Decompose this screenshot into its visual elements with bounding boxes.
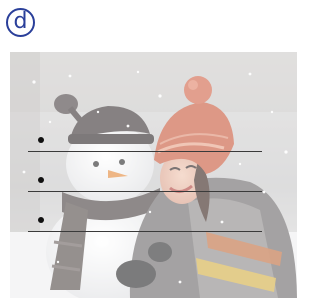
exercise-label-badge: d: [6, 8, 35, 37]
bullet-icon: [38, 137, 44, 143]
woman-hugging-snowman-photo: [10, 52, 297, 298]
bullet-icon: [38, 217, 44, 223]
answer-line-3[interactable]: [28, 217, 262, 232]
bullet-icon: [38, 177, 44, 183]
exercise-label: d: [13, 9, 28, 34]
answer-line-1[interactable]: [28, 137, 262, 152]
answer-line-2[interactable]: [28, 177, 262, 192]
photo-light-overlay: [10, 52, 297, 298]
